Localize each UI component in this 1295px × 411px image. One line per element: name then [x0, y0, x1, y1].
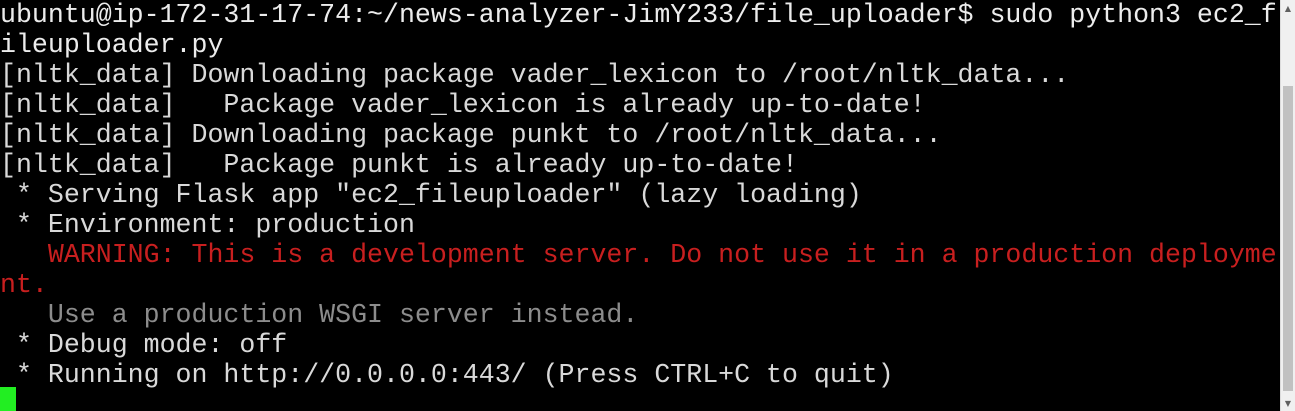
scroll-down-arrow-icon[interactable]: ▼	[1281, 396, 1295, 410]
terminal-cursor	[0, 387, 16, 411]
terminal-command-line: ubuntu@ip-172-31-17-74:~/news-analyzer-J…	[0, 0, 1277, 30]
terminal-output-line: * Debug mode: off	[0, 330, 288, 360]
terminal-window[interactable]: ubuntu@ip-172-31-17-74:~/news-analyzer-J…	[0, 0, 1295, 411]
terminal-output-line: [nltk_data] Downloading package punkt to…	[0, 120, 942, 150]
terminal-output-line: [nltk_data] Downloading package vader_le…	[0, 60, 1070, 90]
terminal-command-line-wrap: ileuploader.py	[0, 30, 224, 60]
terminal-output-line: * Serving Flask app "ec2_fileuploader" (…	[0, 180, 862, 210]
vertical-scrollbar[interactable]: ▲ ▼	[1280, 0, 1295, 411]
terminal-output[interactable]: ubuntu@ip-172-31-17-74:~/news-analyzer-J…	[0, 0, 1280, 411]
terminal-output-line: [nltk_data] Package punkt is already up-…	[0, 150, 798, 180]
scroll-up-arrow-icon[interactable]: ▲	[1281, 1, 1295, 15]
terminal-output-line: [nltk_data] Package vader_lexicon is alr…	[0, 90, 926, 120]
terminal-output-line: * Environment: production	[0, 210, 415, 240]
terminal-warning-line-wrap: nt.	[0, 270, 48, 300]
terminal-hint-line: Use a production WSGI server instead.	[0, 300, 639, 330]
scrollbar-thumb[interactable]	[1283, 86, 1293, 391]
terminal-output-line: * Running on http://0.0.0.0:443/ (Press …	[0, 360, 894, 390]
terminal-warning-line: WARNING: This is a development server. D…	[0, 240, 1277, 270]
